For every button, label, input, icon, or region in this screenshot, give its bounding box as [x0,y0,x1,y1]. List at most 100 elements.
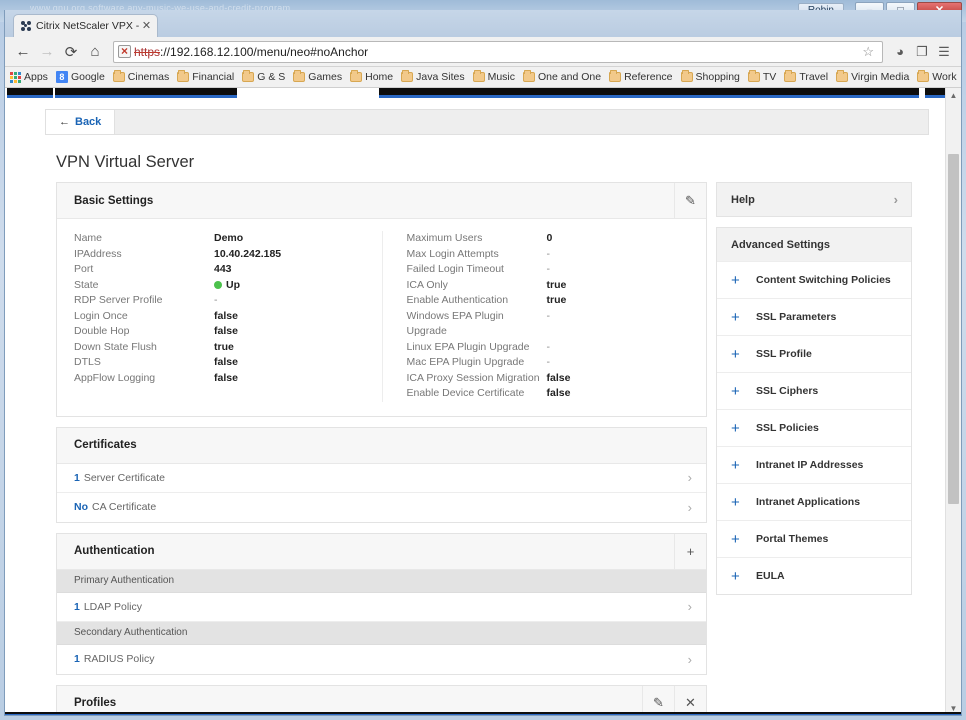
folder-icon [177,72,189,82]
home-icon[interactable]: ⌂ [83,40,107,64]
server-certificate-label: Server Certificate [84,472,165,484]
advanced-item-intranet-ip-addresses[interactable]: +Intranet IP Addresses [717,446,911,483]
bookmark-home[interactable]: Home [350,71,393,83]
ca-certificate-count: No [74,501,88,513]
property-value: Up [214,278,240,294]
bookmark-java-sites[interactable]: Java Sites [401,71,464,83]
property-key: Linux EPA Plugin Upgrade [407,340,547,356]
help-label: Help [731,194,755,206]
advanced-item-ssl-ciphers[interactable]: +SSL Ciphers [717,372,911,409]
property-value: true [214,340,234,356]
bookmark-one-and-one[interactable]: One and One [523,71,601,83]
bookmark-label: Google [71,71,105,83]
status-up-dot-icon [214,281,222,289]
plus-icon: + [731,495,744,510]
help-panel-toggle[interactable]: Help › [717,183,911,216]
forward-nav-icon[interactable]: → [35,40,59,64]
folder-icon [681,72,693,82]
advanced-item-label: Portal Themes [756,533,828,545]
property-value: false [547,371,571,387]
bookmark-apps[interactable]: Apps [10,71,48,83]
server-certificate-row[interactable]: 1 Server Certificate › [57,464,706,493]
pencil-icon: ✎ [653,695,664,711]
nav-segment-left [55,88,237,95]
plus-icon: + [731,569,744,584]
bookmark-games[interactable]: Games [293,71,342,83]
bookmark-label: One and One [538,71,601,83]
folder-icon [401,72,413,82]
bookmark-music[interactable]: Music [473,71,515,83]
property-row: ICA Proxy Session Migrationfalse [407,371,707,387]
advanced-item-eula[interactable]: +EULA [717,557,911,594]
main-column: Basic Settings ✎ NameDemo IPAddress10.40… [56,182,707,716]
bookmark-shopping[interactable]: Shopping [681,71,740,83]
ldap-policy-row[interactable]: 1 LDAP Policy › [57,593,706,622]
browser-window: Citrix NetScaler VPX - Con ✕ ← → ⟳ ⌂ htt… [4,10,962,716]
breadcrumb-bar: ← Back [45,109,929,135]
invalid-certificate-icon[interactable] [118,45,131,58]
property-key: Failed Login Timeout [407,262,547,278]
folder-icon [917,72,929,82]
property-row: Enable Device Certificatefalse [407,386,707,402]
bookmark-travel[interactable]: Travel [784,71,828,83]
browser-tab-active[interactable]: Citrix NetScaler VPX - Con ✕ [13,14,158,37]
bookmark-label: Travel [799,71,828,83]
bookmark-label: Games [308,71,342,83]
property-row: Port443 [74,262,382,278]
bookmark-work[interactable]: Work [917,71,956,83]
property-key: Max Login Attempts [407,247,547,263]
property-key: Login Once [74,309,214,325]
bookmark-gs[interactable]: G & S [242,71,285,83]
scrollbar-thumb[interactable] [948,154,959,504]
back-nav-icon[interactable]: ← [11,40,35,64]
url-rest: ://192.168.12.100/menu/neo#noAnchor [160,45,368,59]
page-title: VPN Virtual Server [56,153,929,172]
browser-toolbar: ← → ⟳ ⌂ https://192.168.12.100/menu/neo#… [5,37,961,67]
add-authentication-button[interactable]: + [674,534,706,569]
certificates-header: Certificates [57,428,706,464]
primary-authentication-subheading: Primary Authentication [57,570,706,593]
bookmark-star-icon[interactable]: ☆ [858,44,878,60]
ca-certificate-row[interactable]: No CA Certificate › [57,493,706,522]
advanced-item-portal-themes[interactable]: +Portal Themes [717,520,911,557]
property-row: ICA Onlytrue [407,278,707,294]
bookmark-google[interactable]: 8 Google [56,71,105,83]
advanced-item-intranet-applications[interactable]: + Intranet Applications [717,483,911,520]
property-value: false [214,355,238,371]
bookmark-label: Music [488,71,515,83]
page-viewport: ← Back VPN Virtual Server Basic Settings [5,88,961,716]
scroll-up-icon[interactable]: ▲ [946,88,961,103]
advanced-item-label: SSL Profile [756,348,812,360]
google-icon: 8 [56,71,68,83]
advanced-item-ssl-profile[interactable]: +SSL Profile [717,335,911,372]
chrome-menu-icon[interactable]: ☰ [933,40,955,64]
advanced-item-content-switching-policies[interactable]: +Content Switching Policies [717,261,911,298]
bookmark-tv[interactable]: TV [748,71,776,83]
folder-icon [473,72,485,82]
page-scrollbar[interactable]: ▲ ▼ [945,88,961,716]
address-bar[interactable]: https://192.168.12.100/menu/neo#noAnchor… [113,41,883,63]
advanced-settings-card: Advanced Settings +Content Switching Pol… [716,227,912,595]
property-value: - [547,309,551,340]
page-bottom-nav-strip [5,712,961,716]
bookmark-label: TV [763,71,776,83]
history-icon[interactable]: ◕ [889,40,911,64]
property-row: Double Hopfalse [74,324,382,340]
reload-icon[interactable]: ⟳ [59,40,83,64]
bookmark-cinemas[interactable]: Cinemas [113,71,169,83]
bookmark-reference[interactable]: Reference [609,71,672,83]
property-value: false [214,309,238,325]
bookmark-virgin-media[interactable]: Virgin Media [836,71,909,83]
advanced-item-ssl-policies[interactable]: +SSL Policies [717,409,911,446]
advanced-item-ssl-parameters[interactable]: +SSL Parameters [717,298,911,335]
advanced-item-label: Intranet Applications [756,496,860,508]
radius-policy-row[interactable]: 1 RADIUS Policy › [57,645,706,674]
tab-close-icon[interactable]: ✕ [140,20,153,33]
back-button[interactable]: ← Back [46,110,115,134]
bookmarks-bar: Apps 8 Google Cinemas Financial G & S Ga… [5,67,961,88]
bookmark-financial[interactable]: Financial [177,71,234,83]
edit-basic-settings-button[interactable]: ✎ [674,183,706,218]
cast-icon[interactable]: ❐ [911,40,933,64]
property-value: false [214,324,238,340]
property-value: 0 [547,231,553,247]
